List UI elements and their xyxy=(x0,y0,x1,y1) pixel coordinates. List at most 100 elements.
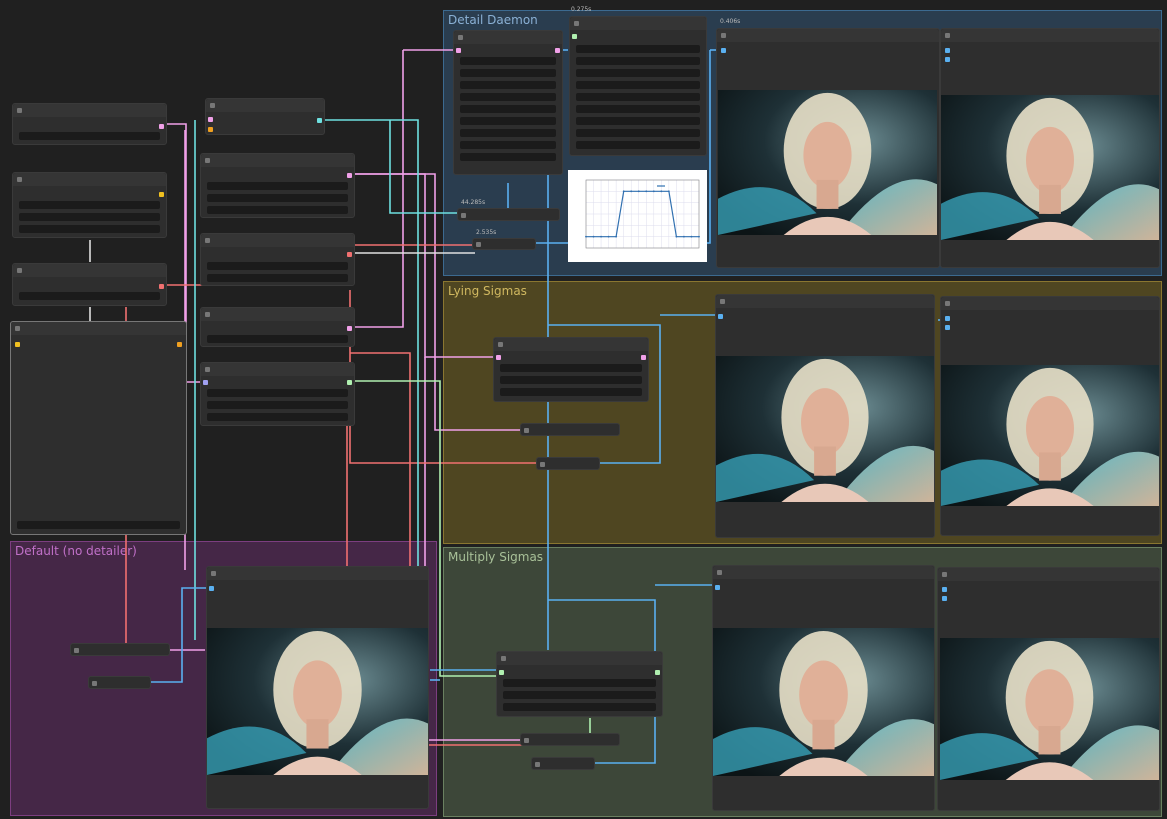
node-header[interactable] xyxy=(201,234,354,247)
node-header[interactable] xyxy=(207,567,428,580)
output-socket[interactable] xyxy=(159,124,164,129)
node-widget[interactable] xyxy=(576,93,700,101)
collapse-icon[interactable] xyxy=(210,103,215,108)
node-widget[interactable] xyxy=(19,132,160,140)
input-socket[interactable] xyxy=(535,762,540,767)
input-socket[interactable] xyxy=(461,213,466,218)
node-widget[interactable] xyxy=(460,141,556,149)
node-widget[interactable] xyxy=(460,57,556,65)
reroute-node[interactable] xyxy=(531,757,595,770)
collapse-icon[interactable] xyxy=(945,33,950,38)
node-widget[interactable] xyxy=(576,117,700,125)
output-socket[interactable] xyxy=(347,173,352,178)
reroute-node[interactable] xyxy=(520,733,620,746)
node-header[interactable] xyxy=(201,363,354,376)
node-widget[interactable] xyxy=(460,129,556,137)
node-large[interactable] xyxy=(10,321,187,535)
output-socket[interactable] xyxy=(655,670,660,675)
collapse-icon[interactable] xyxy=(17,268,22,273)
reroute-node[interactable] xyxy=(88,676,151,689)
node-widget[interactable] xyxy=(460,105,556,113)
node-e[interactable] xyxy=(200,153,355,218)
input-socket[interactable] xyxy=(15,342,20,347)
node-header[interactable] xyxy=(717,29,939,42)
node-h[interactable] xyxy=(200,362,355,426)
node-widget[interactable] xyxy=(576,129,700,137)
node-widget[interactable] xyxy=(460,153,556,161)
node-d[interactable] xyxy=(205,98,325,135)
input-socket[interactable] xyxy=(476,242,481,247)
reroute-node[interactable] xyxy=(520,423,620,436)
collapse-icon[interactable] xyxy=(942,572,947,577)
reroute-node[interactable] xyxy=(536,457,600,470)
node-widget[interactable] xyxy=(576,81,700,89)
node-header[interactable] xyxy=(201,154,354,167)
lying-sigmas-node[interactable] xyxy=(493,337,649,402)
node-widget[interactable] xyxy=(500,376,642,384)
input-socket[interactable] xyxy=(718,314,723,319)
collapse-icon[interactable] xyxy=(205,367,210,372)
node-widget[interactable] xyxy=(576,105,700,113)
input-socket[interactable] xyxy=(945,48,950,53)
collapse-icon[interactable] xyxy=(574,21,579,26)
detail-daemon-graph-node[interactable] xyxy=(569,16,707,156)
node-widget[interactable] xyxy=(207,389,348,397)
node-header[interactable] xyxy=(206,99,324,112)
input-socket[interactable] xyxy=(524,428,529,433)
node-widget[interactable] xyxy=(503,691,656,699)
multiply-sigmas-node[interactable] xyxy=(496,651,663,717)
node-header[interactable] xyxy=(13,173,166,186)
node-header[interactable] xyxy=(201,308,354,321)
node-widget[interactable] xyxy=(460,93,556,101)
collapse-icon[interactable] xyxy=(15,326,20,331)
node-widget[interactable] xyxy=(576,45,700,53)
input-socket[interactable] xyxy=(496,355,501,360)
collapse-icon[interactable] xyxy=(205,312,210,317)
node-header[interactable] xyxy=(497,652,662,665)
node-c[interactable] xyxy=(12,263,167,306)
node-header[interactable] xyxy=(938,568,1159,581)
output-socket[interactable] xyxy=(347,380,352,385)
node-widget[interactable] xyxy=(207,413,348,421)
node-header[interactable] xyxy=(494,338,648,351)
input-socket[interactable] xyxy=(74,648,79,653)
collapse-icon[interactable] xyxy=(501,656,506,661)
detail-daemon-sampler-node[interactable] xyxy=(453,30,563,175)
input-socket[interactable] xyxy=(208,127,213,132)
input-socket[interactable] xyxy=(945,57,950,62)
input-socket[interactable] xyxy=(499,670,504,675)
input-socket[interactable] xyxy=(942,587,947,592)
node-header[interactable] xyxy=(941,29,1159,42)
node-header[interactable] xyxy=(13,104,166,117)
node-widget[interactable] xyxy=(460,81,556,89)
collapse-icon[interactable] xyxy=(458,35,463,40)
output-socket[interactable] xyxy=(555,48,560,53)
input-socket[interactable] xyxy=(92,681,97,686)
collapse-icon[interactable] xyxy=(17,108,22,113)
collapse-icon[interactable] xyxy=(721,33,726,38)
node-widget[interactable] xyxy=(207,194,348,202)
node-header[interactable] xyxy=(713,566,934,579)
input-socket[interactable] xyxy=(540,462,545,467)
node-widget[interactable] xyxy=(207,262,348,270)
node-widget[interactable] xyxy=(207,401,348,409)
reroute-node[interactable] xyxy=(457,208,560,221)
output-socket[interactable] xyxy=(159,192,164,197)
node-header[interactable] xyxy=(11,322,186,335)
input-socket[interactable] xyxy=(945,316,950,321)
input-socket[interactable] xyxy=(456,48,461,53)
collapse-icon[interactable] xyxy=(945,301,950,306)
node-widget[interactable] xyxy=(576,141,700,149)
node-header[interactable] xyxy=(570,17,706,30)
input-socket[interactable] xyxy=(208,117,213,122)
node-header[interactable] xyxy=(13,264,166,277)
node-widget[interactable] xyxy=(500,388,642,396)
node-widget[interactable] xyxy=(500,364,642,372)
collapse-icon[interactable] xyxy=(720,299,725,304)
node-header[interactable] xyxy=(454,31,562,44)
output-socket[interactable] xyxy=(177,342,182,347)
input-socket[interactable] xyxy=(203,380,208,385)
output-socket[interactable] xyxy=(159,284,164,289)
collapse-icon[interactable] xyxy=(205,238,210,243)
input-socket[interactable] xyxy=(209,586,214,591)
